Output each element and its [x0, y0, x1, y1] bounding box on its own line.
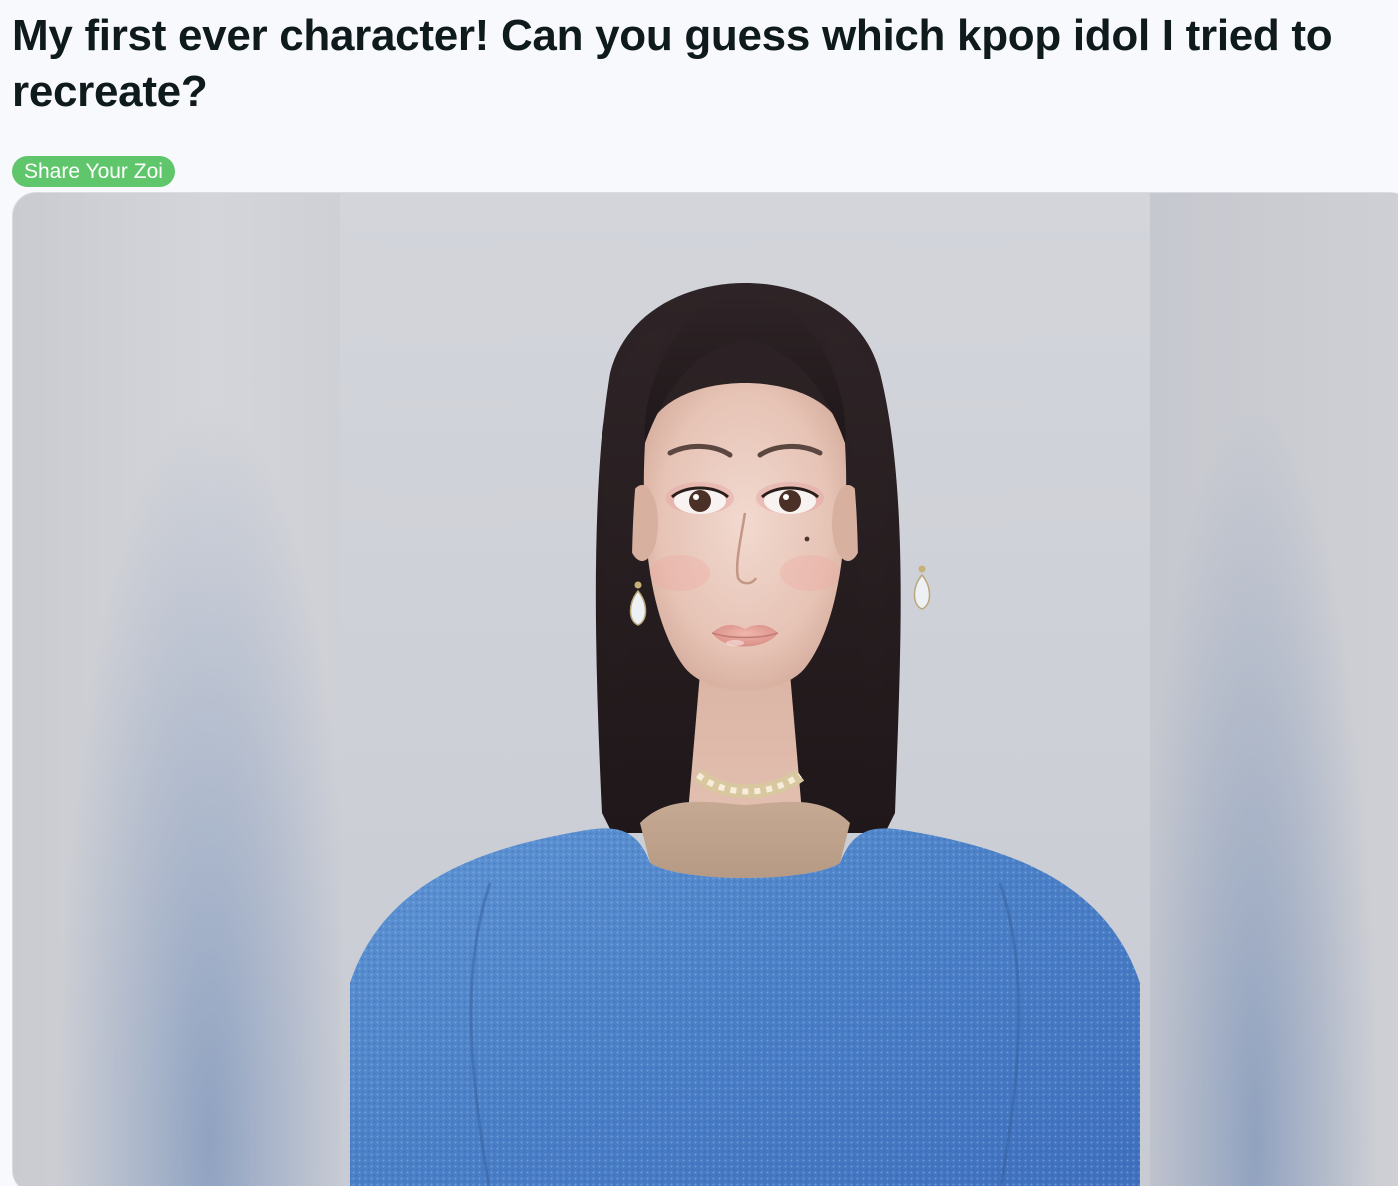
media-gallery[interactable] — [12, 192, 1398, 1186]
post-title[interactable]: My first ever character! Can you guess w… — [12, 8, 1392, 120]
blurred-background-right — [1150, 193, 1398, 1186]
post: My first ever character! Can you guess w… — [0, 0, 1398, 1186]
blurred-background-left — [13, 193, 340, 1186]
character-image[interactable] — [340, 193, 1150, 1186]
flair-badge[interactable]: Share Your Zoi — [12, 156, 175, 187]
